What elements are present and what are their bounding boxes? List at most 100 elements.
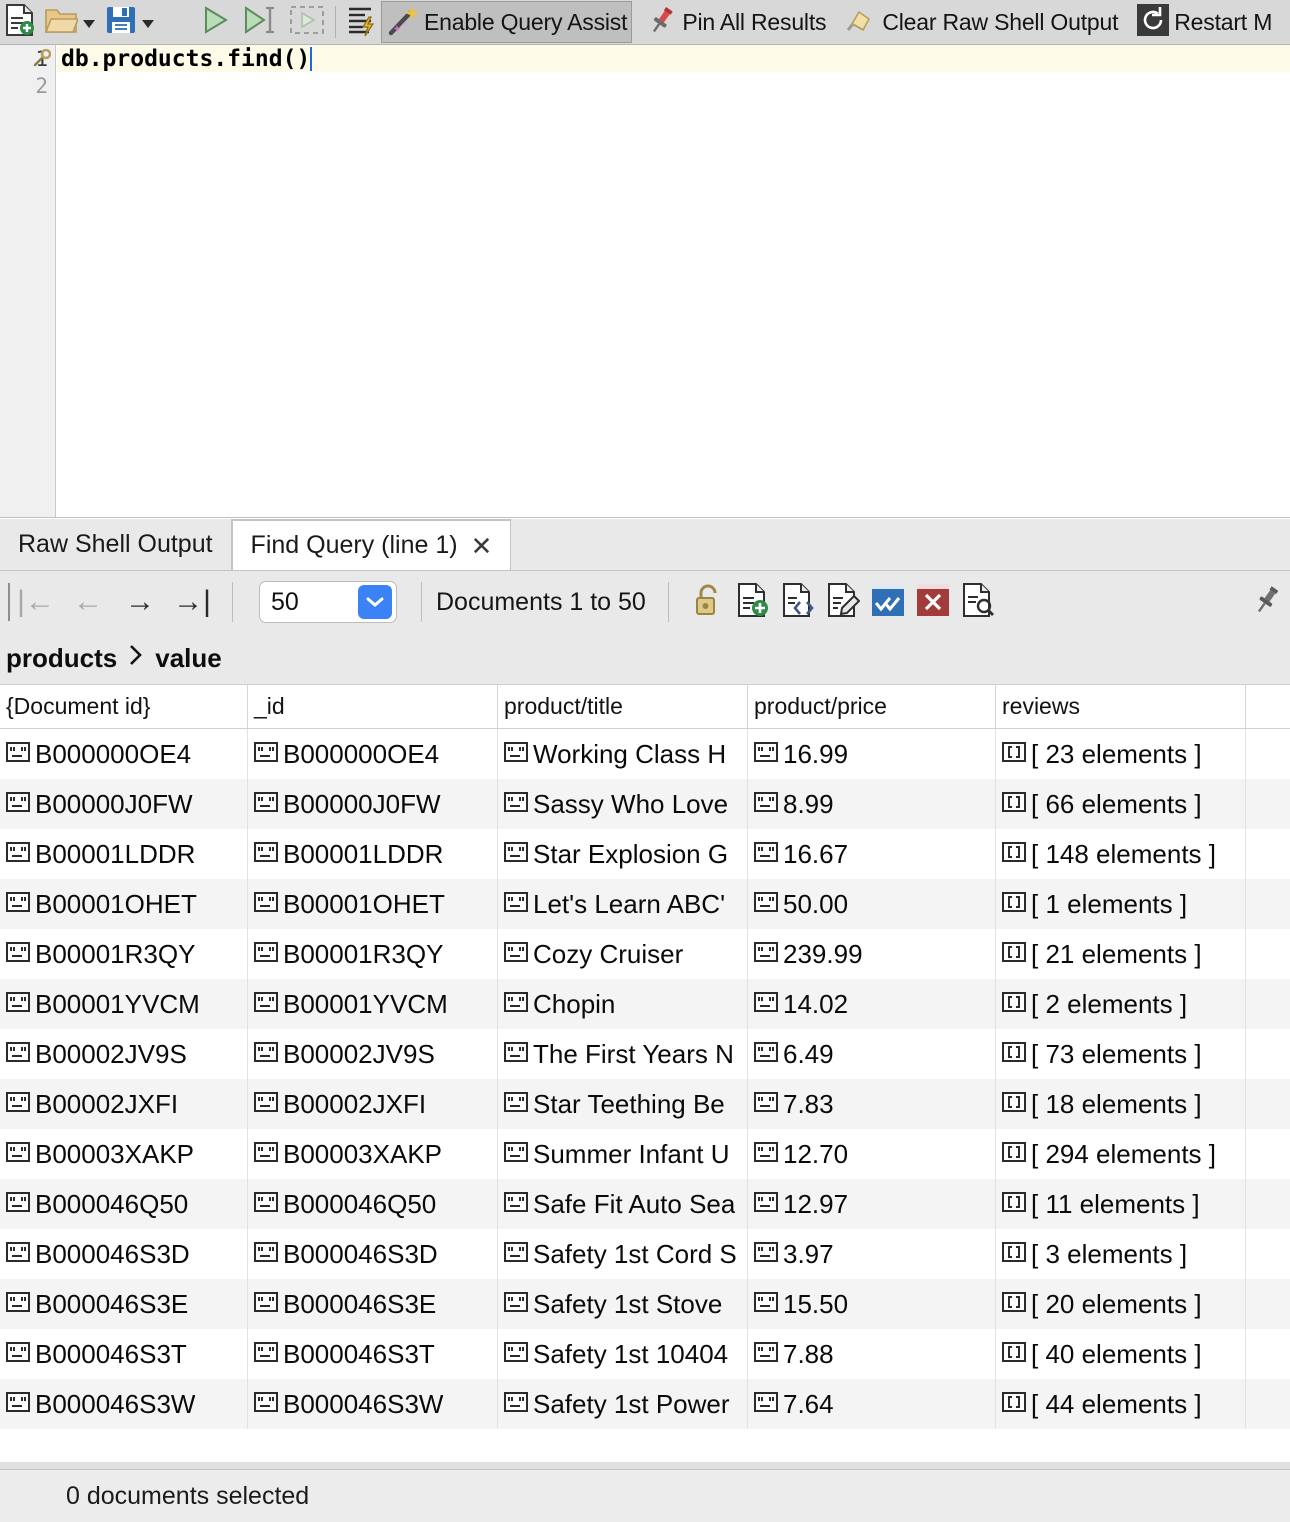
cell-reviews[interactable]: [ 73 elements ] — [996, 1029, 1246, 1079]
cell-extra[interactable] — [1246, 1079, 1290, 1129]
cell-id[interactable]: B00001LDDR — [248, 829, 498, 879]
cell-price[interactable]: 16.99 — [748, 729, 996, 779]
tab-find-query[interactable]: Find Query (line 1) ✕ — [231, 519, 512, 570]
find-in-documents-button[interactable] — [961, 582, 995, 623]
cell-extra[interactable] — [1246, 929, 1290, 979]
save-file-button[interactable] — [101, 2, 160, 42]
cell-extra[interactable] — [1246, 729, 1290, 779]
cell-doc-id[interactable]: B00001LDDR — [0, 829, 248, 879]
cell-price[interactable]: 239.99 — [748, 929, 996, 979]
cell-price[interactable]: 7.64 — [748, 1379, 996, 1429]
clear-raw-shell-output-button[interactable]: Clear Raw Shell Output — [840, 2, 1122, 42]
cell-extra[interactable] — [1246, 1129, 1290, 1179]
close-icon[interactable]: ✕ — [471, 533, 493, 559]
cell-title[interactable]: Sassy Who Love — [498, 779, 748, 829]
cell-title[interactable]: The First Years N — [498, 1029, 748, 1079]
cell-id[interactable]: B00001OHET — [248, 879, 498, 929]
cell-doc-id[interactable]: B00002JV9S — [0, 1029, 248, 1079]
cell-doc-id[interactable]: B000046S3E — [0, 1279, 248, 1329]
run-selection-button[interactable] — [284, 2, 330, 42]
cell-price[interactable]: 6.49 — [748, 1029, 996, 1079]
confirm-changes-button[interactable] — [871, 583, 905, 622]
cell-reviews[interactable]: [ 1 elements ] — [996, 879, 1246, 929]
run-to-cursor-button[interactable] — [236, 2, 284, 42]
cell-id[interactable]: B00001YVCM — [248, 979, 498, 1029]
cell-price[interactable]: 14.02 — [748, 979, 996, 1029]
cell-doc-id[interactable]: B000046S3T — [0, 1329, 248, 1379]
breadcrumb-leaf[interactable]: value — [155, 643, 222, 674]
save-file-dropdown-caret[interactable] — [142, 20, 154, 28]
cell-title[interactable]: Star Teething Be — [498, 1079, 748, 1129]
cell-extra[interactable] — [1246, 1229, 1290, 1279]
cell-reviews[interactable]: [ 2 elements ] — [996, 979, 1246, 1029]
cell-reviews[interactable]: [ 40 elements ] — [996, 1329, 1246, 1379]
open-file-dropdown-caret[interactable] — [83, 20, 95, 28]
cell-extra[interactable] — [1246, 1029, 1290, 1079]
editor-line-1[interactable]: db.products.find() — [57, 45, 1290, 72]
cell-reviews[interactable]: [ 3 elements ] — [996, 1229, 1246, 1279]
cell-extra[interactable] — [1246, 1279, 1290, 1329]
cell-price[interactable]: 8.99 — [748, 779, 996, 829]
edit-document-button[interactable] — [826, 582, 861, 623]
cell-extra[interactable] — [1246, 829, 1290, 879]
column-header-doc-id[interactable]: {Document id} — [0, 685, 248, 728]
cell-id[interactable]: B000046S3W — [248, 1379, 498, 1429]
cell-doc-id[interactable]: B00003XAKP — [0, 1129, 248, 1179]
cell-title[interactable]: Let's Learn ABC' — [498, 879, 748, 929]
cell-doc-id[interactable]: B000000OE4 — [0, 729, 248, 779]
cell-reviews[interactable]: [ 18 elements ] — [996, 1079, 1246, 1129]
cell-id[interactable]: B000046S3T — [248, 1329, 498, 1379]
cell-id[interactable]: B000046Q50 — [248, 1179, 498, 1229]
cell-extra[interactable] — [1246, 1329, 1290, 1379]
restart-shell-button[interactable]: Restart M — [1132, 2, 1276, 42]
cell-title[interactable]: Safe Fit Auto Sea — [498, 1179, 748, 1229]
cell-price[interactable]: 12.97 — [748, 1179, 996, 1229]
new-script-button[interactable] — [0, 2, 40, 42]
cell-doc-id[interactable]: B000046S3W — [0, 1379, 248, 1429]
cancel-changes-button[interactable] — [916, 583, 950, 622]
table-row[interactable]: B000046S3T B000046S3T Safety 1st 10404 7.88… — [0, 1329, 1290, 1379]
column-header-id[interactable]: _id — [248, 685, 498, 728]
table-row[interactable]: B00002JV9S B00002JV9S The First Years N 6.4… — [0, 1029, 1290, 1079]
pin-all-results-button[interactable]: Pin All Results — [642, 2, 830, 42]
editor-line-2[interactable] — [57, 72, 1290, 99]
cell-reviews[interactable]: [ 20 elements ] — [996, 1279, 1246, 1329]
cell-doc-id[interactable]: B000046Q50 — [0, 1179, 248, 1229]
table-row[interactable]: B00001OHET B00001OHET Let's Learn ABC' 50.0… — [0, 879, 1290, 929]
cell-id[interactable]: B00003XAKP — [248, 1129, 498, 1179]
table-row[interactable]: B000000OE4 B000000OE4 Working Class H 16.99… — [0, 729, 1290, 779]
table-row[interactable]: B00003XAKP B00003XAKP Summer Infant U 12.70… — [0, 1129, 1290, 1179]
cell-doc-id[interactable]: B00001OHET — [0, 879, 248, 929]
cell-reviews[interactable]: [ 11 elements ] — [996, 1179, 1246, 1229]
cell-reviews[interactable]: [ 148 elements ] — [996, 829, 1246, 879]
cell-extra[interactable] — [1246, 1379, 1290, 1429]
cell-title[interactable]: Chopin — [498, 979, 748, 1029]
column-header-price[interactable]: product/price — [748, 685, 996, 728]
cell-extra[interactable] — [1246, 979, 1290, 1029]
table-row[interactable]: B00001R3QY B00001R3QY Cozy Cruiser 239.99 [ … — [0, 929, 1290, 979]
cell-reviews[interactable]: [ 294 elements ] — [996, 1129, 1246, 1179]
first-page-button[interactable]: |← — [10, 585, 62, 619]
cell-title[interactable]: Safety 1st Stove — [498, 1279, 748, 1329]
open-file-button[interactable] — [40, 2, 101, 42]
cell-id[interactable]: B000000OE4 — [248, 729, 498, 779]
table-row[interactable]: B00000J0FW B00000J0FW Sassy Who Love 8.99 [ … — [0, 779, 1290, 829]
cell-title[interactable]: Working Class H — [498, 729, 748, 779]
cell-title[interactable]: Summer Infant U — [498, 1129, 748, 1179]
run-script-button[interactable] — [194, 2, 236, 42]
cell-extra[interactable] — [1246, 1179, 1290, 1229]
cell-id[interactable]: B00000J0FW — [248, 779, 498, 829]
cell-doc-id[interactable]: B00001R3QY — [0, 929, 248, 979]
cell-doc-id[interactable]: B00001YVCM — [0, 979, 248, 1029]
column-header-reviews[interactable]: reviews — [996, 685, 1246, 728]
add-document-button[interactable] — [736, 582, 770, 623]
cell-price[interactable]: 3.97 — [748, 1229, 996, 1279]
cell-title[interactable]: Star Explosion G — [498, 829, 748, 879]
cell-price[interactable]: 7.83 — [748, 1079, 996, 1129]
cell-title[interactable]: Safety 1st 10404 — [498, 1329, 748, 1379]
cell-price[interactable]: 15.50 — [748, 1279, 996, 1329]
next-page-button[interactable]: → — [114, 585, 166, 619]
format-query-button[interactable] — [341, 2, 381, 42]
cell-title[interactable]: Safety 1st Cord S — [498, 1229, 748, 1279]
enable-query-assist-button[interactable]: Enable Query Assist — [381, 1, 633, 43]
